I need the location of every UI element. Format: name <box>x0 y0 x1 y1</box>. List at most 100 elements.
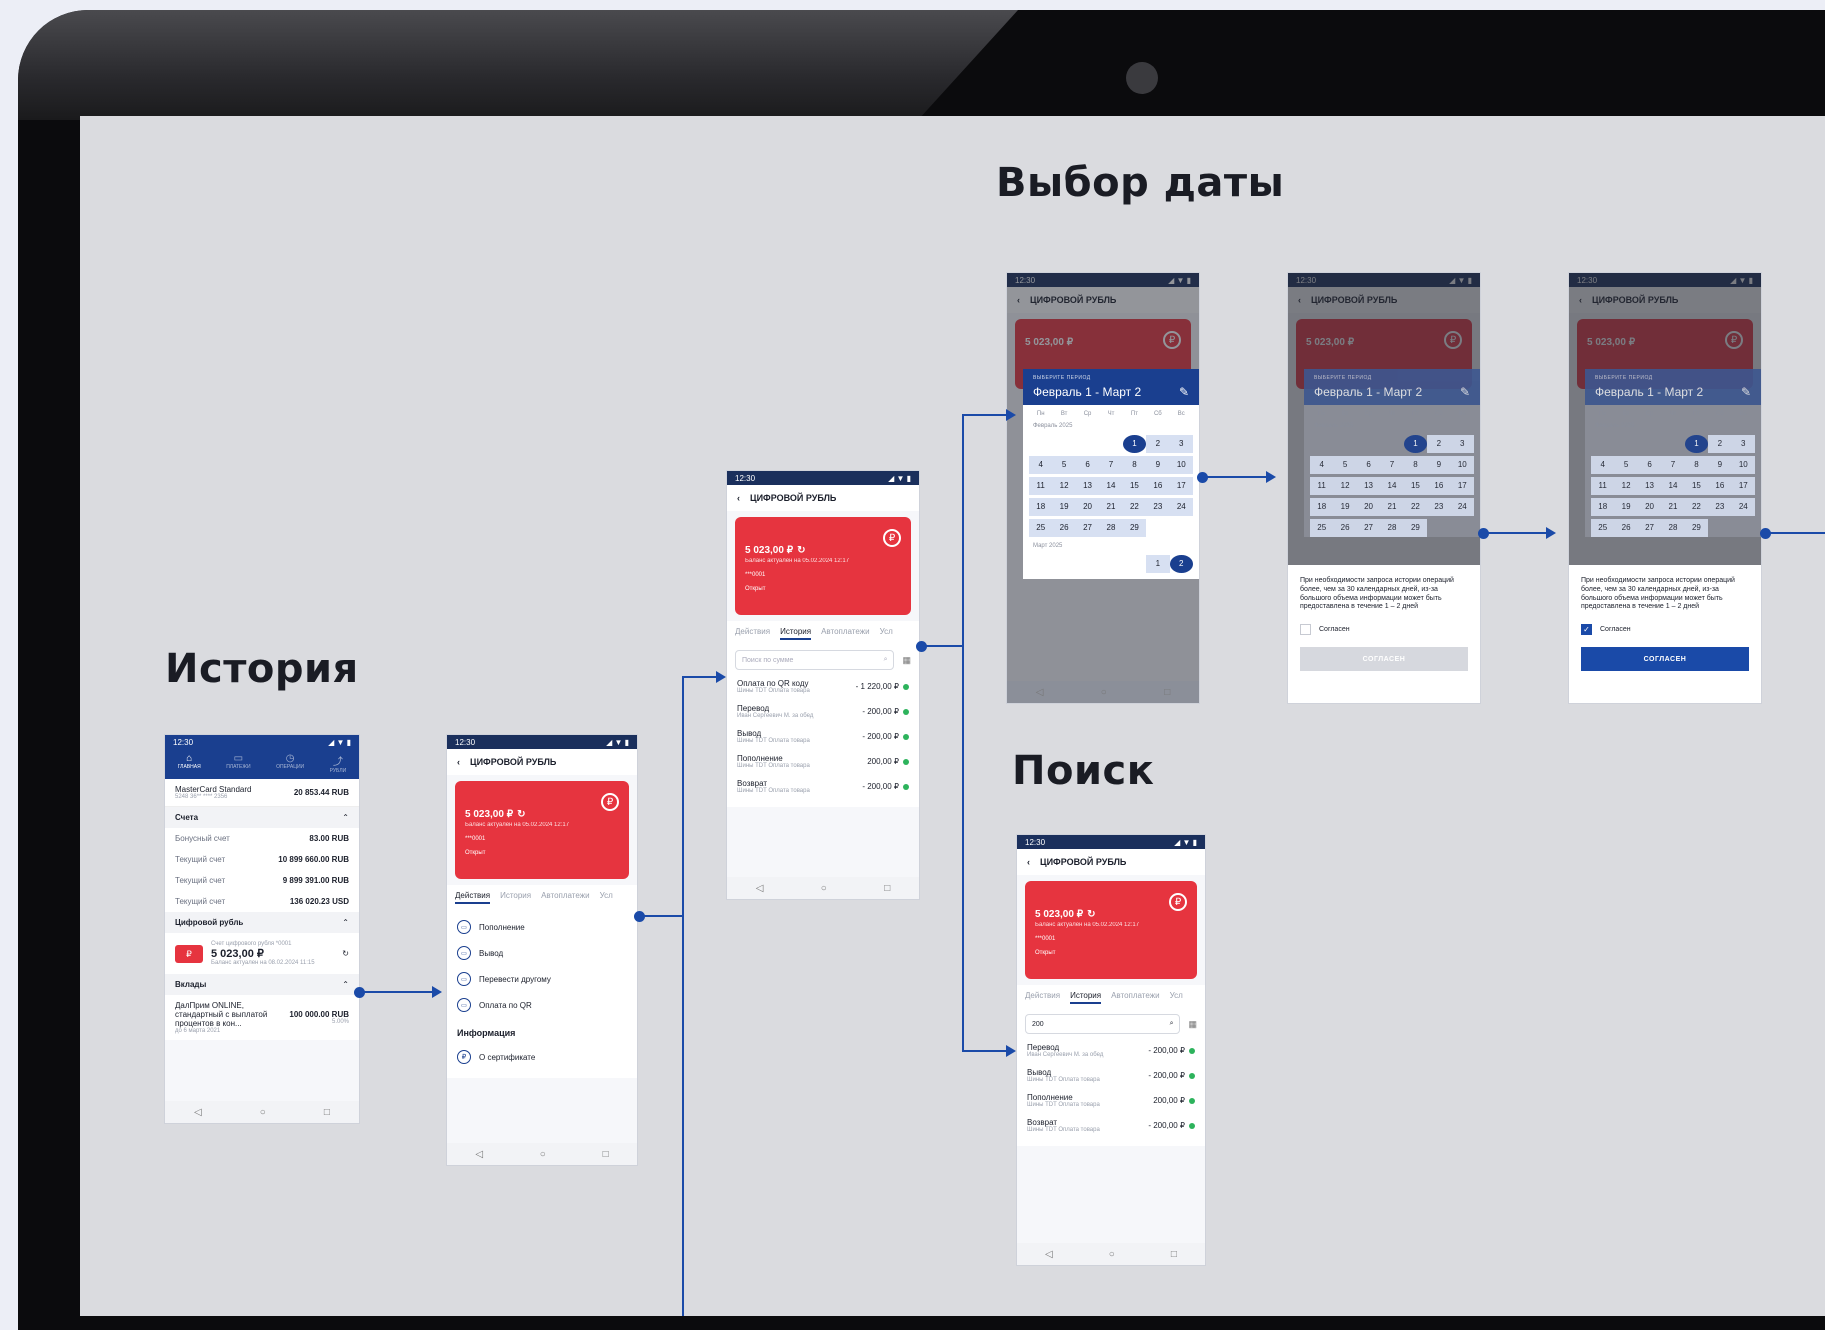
refresh-icon[interactable]: ↻ <box>1087 909 1095 920</box>
day-cell[interactable]: 17 <box>1169 477 1193 495</box>
day-cell[interactable]: 28 <box>1661 519 1685 537</box>
account-row[interactable]: Текущий счет 136 020.23 USD <box>165 891 359 912</box>
day-cell[interactable]: 1 <box>1684 435 1709 453</box>
day-cell[interactable]: 12 <box>1614 477 1638 495</box>
day-cell[interactable]: 29 <box>1403 519 1428 537</box>
day-cell[interactable]: 8 <box>1403 456 1428 474</box>
deposit-row[interactable]: ДалПрим ONLINE, стандартный с выплатой п… <box>165 995 359 1040</box>
home-icon[interactable]: ○ <box>260 1107 266 1118</box>
tab-0[interactable]: Действия <box>1025 991 1060 1004</box>
day-cell[interactable]: 21 <box>1380 498 1404 516</box>
day-cell[interactable]: 13 <box>1637 477 1662 495</box>
day-cell[interactable]: 6 <box>1356 456 1381 474</box>
tab-0[interactable]: Действия <box>735 627 770 640</box>
search-input[interactable]: 200 ⌕ <box>1025 1014 1181 1034</box>
day-cell[interactable]: 13 <box>1356 477 1381 495</box>
back-icon[interactable]: ◁ <box>194 1107 202 1118</box>
day-cell[interactable]: 24 <box>1169 498 1193 516</box>
day-cell[interactable]: 9 <box>1146 456 1170 474</box>
day-cell[interactable]: 8 <box>1122 456 1147 474</box>
tab-1[interactable]: История <box>780 627 812 640</box>
transaction-row[interactable]: Возврат Шины TDT Оплата товара - 200,00 ₽ <box>1017 1113 1205 1138</box>
day-cell[interactable]: 19 <box>1614 498 1638 516</box>
transaction-row[interactable]: Пополнение Шины TDT Оплата товара 200,00 ₽ <box>1017 1088 1205 1113</box>
day-cell[interactable]: 26 <box>1614 519 1638 537</box>
tab-2[interactable]: Автоплатежи <box>1111 991 1159 1004</box>
action-item[interactable]: ▭ Пополнение <box>447 914 637 940</box>
chevron-up-icon[interactable]: ⌃ <box>342 918 349 927</box>
day-cell[interactable]: 11 <box>1310 477 1334 495</box>
day-cell[interactable]: 29 <box>1684 519 1709 537</box>
day-cell[interactable]: 24 <box>1731 498 1755 516</box>
day-cell[interactable]: 11 <box>1029 477 1053 495</box>
day-cell[interactable]: 14 <box>1099 477 1123 495</box>
account-row[interactable]: Текущий счет 9 899 391.00 RUB <box>165 870 359 891</box>
day-cell[interactable]: 15 <box>1122 477 1147 495</box>
home-nav-item[interactable]: ◷ ОПЕРАЦИИ <box>276 753 304 774</box>
agree-checkbox[interactable]: ✓ Согласен <box>1581 624 1749 635</box>
day-cell[interactable]: 13 <box>1075 477 1100 495</box>
home-icon[interactable]: ○ <box>1109 1249 1115 1260</box>
chevron-up-icon[interactable]: ⌃ <box>342 980 349 989</box>
edit-pencil-icon[interactable]: ✎ <box>1741 385 1751 399</box>
day-cell[interactable]: 5 <box>1052 456 1076 474</box>
day-cell[interactable]: 25 <box>1591 519 1615 537</box>
day-cell[interactable]: 1 <box>1146 555 1170 573</box>
transaction-row[interactable]: Вывод Шины TDT Оплата товара - 200,00 ₽ <box>727 724 919 749</box>
day-cell[interactable]: 5 <box>1333 456 1357 474</box>
calendar-icon[interactable]: ▦ <box>902 655 911 666</box>
day-cell[interactable]: 6 <box>1637 456 1662 474</box>
day-cell[interactable]: 22 <box>1684 498 1709 516</box>
transaction-row[interactable]: Оплата по QR коду Шины TDT Оплата товара -… <box>727 674 919 699</box>
home-nav-item[interactable]: ⤴ РУБЛИ <box>330 753 347 774</box>
day-cell[interactable]: 27 <box>1637 519 1662 537</box>
day-cell[interactable]: 7 <box>1380 456 1404 474</box>
refresh-icon[interactable]: ↻ <box>797 545 805 556</box>
transaction-row[interactable]: Возврат Шины TDT Оплата товара - 200,00 ₽ <box>727 774 919 799</box>
back-arrow-icon[interactable]: ‹ <box>737 493 740 503</box>
day-cell[interactable]: 18 <box>1029 498 1053 516</box>
day-cell[interactable]: 28 <box>1380 519 1404 537</box>
home-icon[interactable]: ○ <box>1101 687 1107 698</box>
transaction-row[interactable]: Вывод Шины TDT Оплата товара - 200,00 ₽ <box>1017 1063 1205 1088</box>
day-cell[interactable]: 25 <box>1029 519 1053 537</box>
day-cell[interactable]: 19 <box>1333 498 1357 516</box>
mastercard-row[interactable]: MasterCard Standard 5248 36** **** 2356 2… <box>165 779 359 807</box>
day-cell[interactable]: 4 <box>1310 456 1334 474</box>
home-icon[interactable]: ○ <box>540 1149 546 1160</box>
day-cell[interactable]: 2 <box>1708 435 1732 453</box>
home-nav-item[interactable]: ▭ ПЛАТЕЖИ <box>226 753 250 774</box>
day-cell[interactable]: 3 <box>1169 435 1193 453</box>
recents-icon[interactable]: □ <box>1171 1249 1177 1260</box>
day-cell[interactable]: 14 <box>1661 477 1685 495</box>
back-arrow-icon[interactable]: ‹ <box>1027 857 1030 867</box>
day-cell[interactable]: 18 <box>1310 498 1334 516</box>
account-row[interactable]: Бонусный счет 83.00 RUB <box>165 828 359 849</box>
day-cell[interactable]: 16 <box>1708 477 1732 495</box>
refresh-icon[interactable]: ↻ <box>517 809 525 820</box>
day-cell[interactable]: 16 <box>1146 477 1170 495</box>
action-item[interactable]: ▭ Оплата по QR <box>447 992 637 1018</box>
day-cell[interactable]: 22 <box>1403 498 1428 516</box>
day-cell[interactable]: 15 <box>1684 477 1709 495</box>
checkbox-icon[interactable]: ✓ <box>1581 624 1592 635</box>
recents-icon[interactable]: □ <box>603 1149 609 1160</box>
day-cell[interactable]: 5 <box>1614 456 1638 474</box>
day-cell[interactable]: 2 <box>1146 435 1170 453</box>
recents-icon[interactable]: □ <box>884 883 890 894</box>
day-cell[interactable]: 1 <box>1122 435 1147 453</box>
day-cell[interactable]: 10 <box>1731 456 1755 474</box>
dr-account-row[interactable]: ₽ Счет цифрового рубля *0001 5 023,00 ₽ Ба… <box>165 933 359 974</box>
day-cell[interactable]: 2 <box>1169 555 1193 573</box>
day-cell[interactable]: 9 <box>1708 456 1732 474</box>
day-cell[interactable]: 15 <box>1403 477 1428 495</box>
account-row[interactable]: Текущий счет 10 899 660.00 RUB <box>165 849 359 870</box>
refresh-icon[interactable]: ↻ <box>342 949 349 958</box>
tab-2[interactable]: Автоплатежи <box>821 627 869 640</box>
agree-button[interactable]: СОГЛАСЕН <box>1581 647 1749 671</box>
recents-icon[interactable]: □ <box>324 1107 330 1118</box>
day-cell[interactable]: 27 <box>1356 519 1381 537</box>
day-cell[interactable]: 4 <box>1591 456 1615 474</box>
day-cell[interactable]: 6 <box>1075 456 1100 474</box>
checkbox-icon[interactable] <box>1300 624 1311 635</box>
